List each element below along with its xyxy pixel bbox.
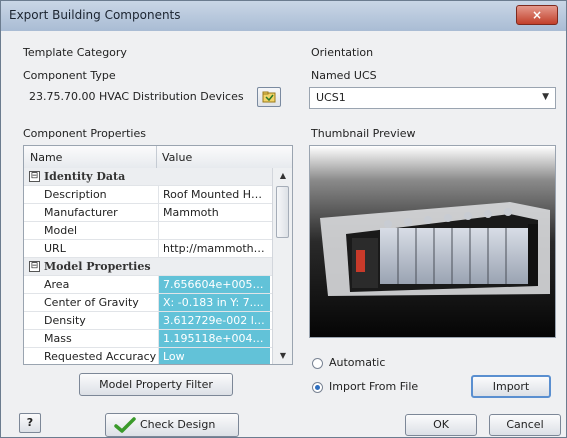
browse-component-type-button[interactable] — [257, 87, 281, 107]
category-identity-data[interactable]: ⊟ Identity Data — [24, 168, 272, 186]
browse-icon — [262, 91, 276, 103]
automatic-label: Automatic — [329, 356, 386, 369]
table-row[interactable]: Model — [24, 222, 272, 240]
close-button[interactable]: × — [516, 5, 558, 25]
table-row[interactable]: Density 3.612729e-002 lb... — [24, 312, 272, 330]
grid-scrollbar[interactable]: ▲ ▼ — [272, 168, 292, 364]
check-mark-icon — [114, 417, 136, 433]
hvac-unit-thumbnail — [310, 146, 555, 337]
table-row[interactable]: URL http://mammothw... — [24, 240, 272, 258]
property-name: Model — [44, 224, 78, 237]
table-row[interactable]: Center of Gravity X: -0.183 in Y: 7.... — [24, 294, 272, 312]
property-name: Manufacturer — [44, 206, 118, 219]
import-from-file-radio[interactable] — [312, 382, 323, 393]
export-building-components-dialog: Export Building Components × Template Ca… — [0, 0, 567, 438]
category-name: Identity Data — [44, 170, 126, 183]
property-value[interactable]: Mammoth — [158, 204, 270, 221]
named-ucs-value: UCS1 — [316, 91, 346, 104]
property-name: Density — [44, 314, 86, 327]
table-row[interactable]: Area 7.656604e+005 i... — [24, 276, 272, 294]
component-type-label: Component Type — [23, 69, 116, 82]
property-name: Description — [44, 188, 107, 201]
property-value[interactable]: 3.612729e-002 lb... — [158, 312, 270, 329]
property-value[interactable]: 1.195118e+004 l... — [158, 330, 270, 347]
named-ucs-dropdown[interactable]: UCS1 ▼ — [309, 87, 556, 109]
template-category-label: Template Category — [23, 46, 127, 59]
property-value[interactable] — [158, 222, 270, 239]
property-name: Requested Accuracy — [44, 350, 157, 363]
table-row[interactable]: Mass 1.195118e+004 l... — [24, 330, 272, 348]
ok-button[interactable]: OK — [405, 414, 477, 436]
chevron-down-icon: ▼ — [542, 92, 549, 102]
column-header-value[interactable]: Value — [162, 151, 192, 164]
window-title: Export Building Components — [9, 8, 181, 22]
category-model-properties[interactable]: ⊟ Model Properties — [24, 258, 272, 276]
import-button[interactable]: Import — [471, 375, 551, 398]
property-name: Center of Gravity — [44, 296, 139, 309]
scrollbar-thumb[interactable] — [276, 186, 289, 238]
property-name: Area — [44, 278, 70, 291]
collapse-toggle-icon[interactable]: ⊟ — [29, 261, 40, 272]
thumbnail-preview — [309, 145, 556, 338]
property-value[interactable]: X: -0.183 in Y: 7.... — [158, 294, 270, 311]
table-row[interactable]: Manufacturer Mammoth — [24, 204, 272, 222]
property-name: URL — [44, 242, 66, 255]
collapse-toggle-icon[interactable]: ⊟ — [29, 171, 40, 182]
property-value[interactable]: Low — [158, 348, 270, 364]
category-name: Model Properties — [44, 260, 151, 273]
check-design-button[interactable]: Check Design — [105, 413, 239, 437]
component-type-value: 23.75.70.00 HVAC Distribution Devices — [23, 87, 251, 107]
help-button[interactable]: ? — [19, 413, 41, 433]
component-properties-grid: Name Value ⊟ Identity Data Description R… — [23, 145, 293, 365]
property-name: Mass — [44, 332, 72, 345]
thumbnail-preview-label: Thumbnail Preview — [311, 127, 416, 140]
cancel-button[interactable]: Cancel — [489, 414, 561, 436]
title-bar: Export Building Components × — [1, 1, 566, 31]
model-property-filter-button[interactable]: Model Property Filter — [79, 373, 233, 396]
scroll-up-icon[interactable]: ▲ — [273, 168, 292, 184]
property-value[interactable]: Roof Mounted HVAC — [158, 186, 270, 203]
property-value[interactable]: 7.656604e+005 i... — [158, 276, 270, 293]
table-row[interactable]: Requested Accuracy Low — [24, 348, 272, 364]
check-design-label: Check Design — [140, 418, 216, 431]
named-ucs-label: Named UCS — [311, 69, 377, 82]
table-row[interactable]: Description Roof Mounted HVAC — [24, 186, 272, 204]
orientation-label: Orientation — [311, 46, 374, 59]
automatic-radio[interactable] — [312, 358, 323, 369]
component-type-text: 23.75.70.00 HVAC Distribution Devices — [29, 90, 244, 103]
scroll-down-icon[interactable]: ▼ — [273, 348, 292, 364]
component-properties-label: Component Properties — [23, 127, 146, 140]
import-from-file-label: Import From File — [329, 380, 419, 393]
help-icon: ? — [26, 416, 34, 429]
grid-header: Name Value — [24, 146, 292, 169]
property-value[interactable]: http://mammothw... — [158, 240, 270, 257]
column-header-name[interactable]: Name — [30, 151, 62, 164]
